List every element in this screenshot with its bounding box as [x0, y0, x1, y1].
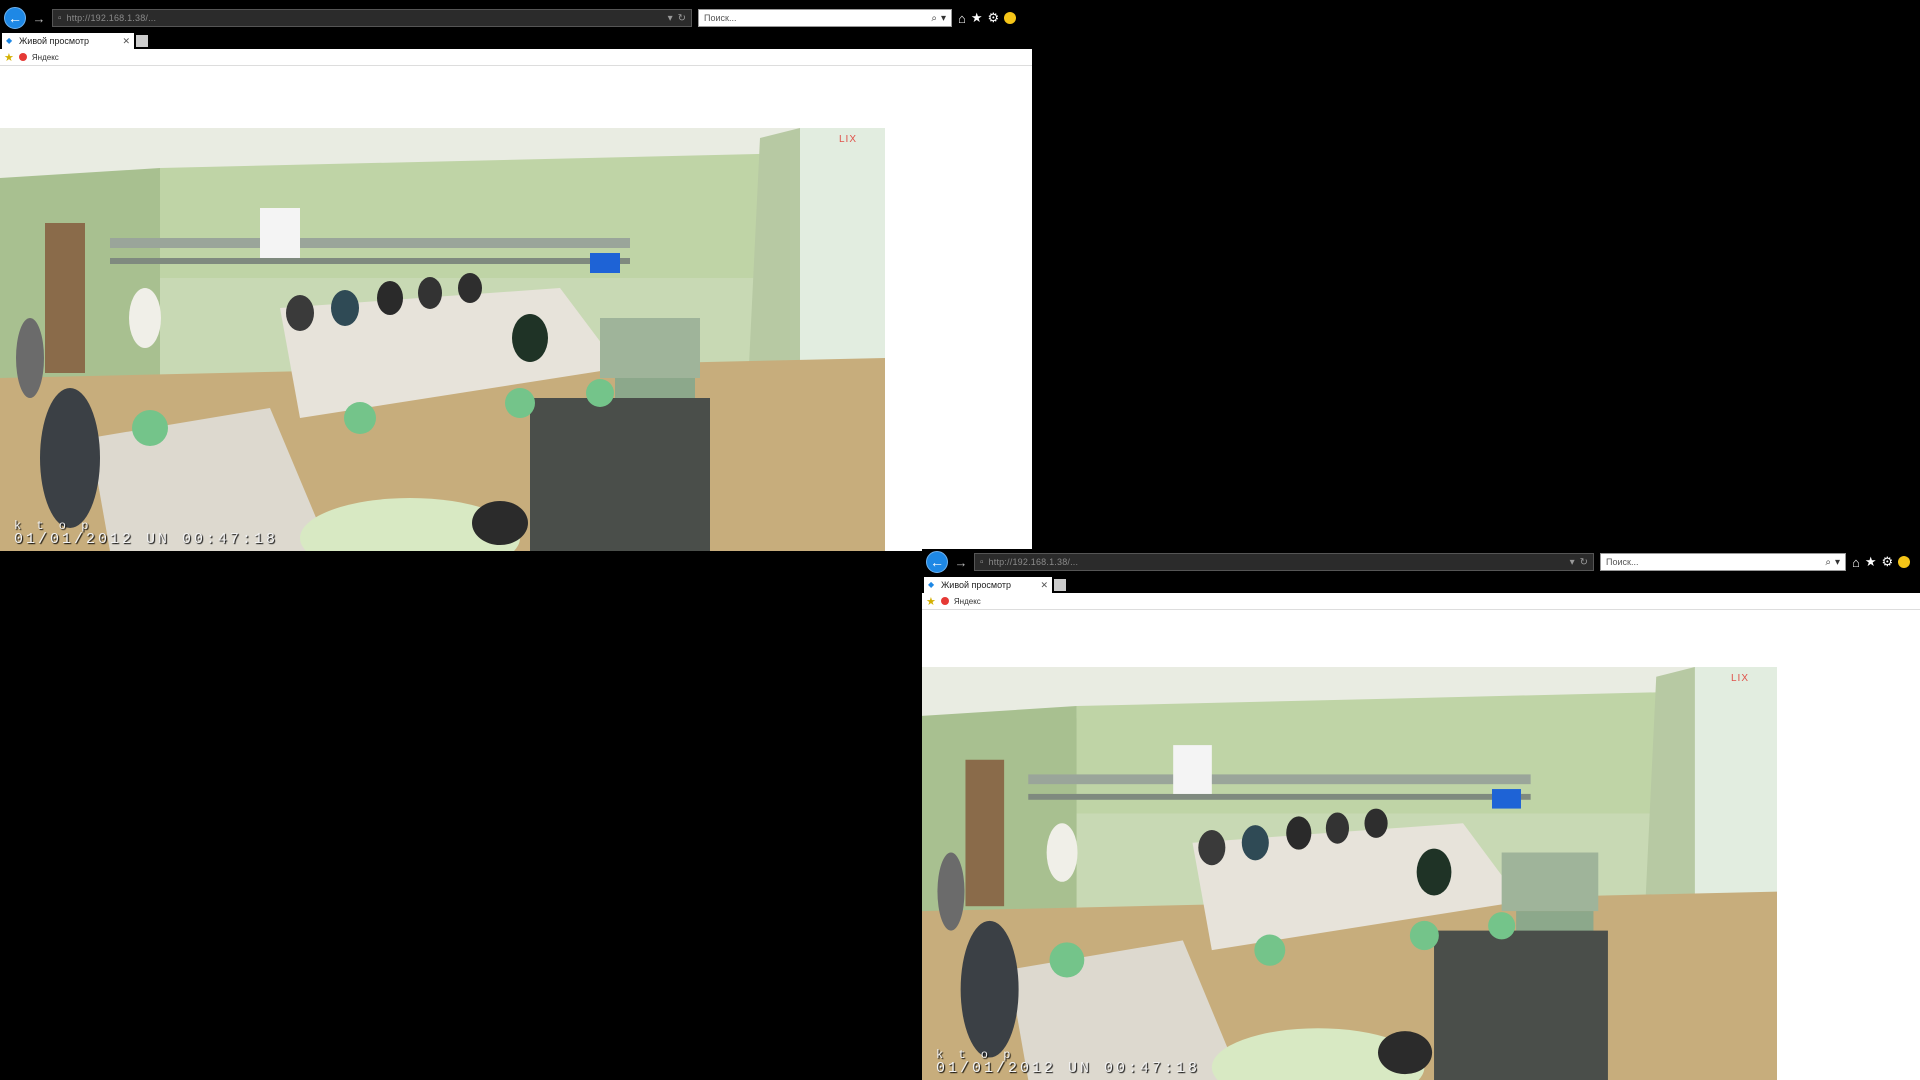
close-tab-icon[interactable]: ✕: [1040, 580, 1048, 591]
home-icon[interactable]: ⌂: [1852, 555, 1860, 570]
address-bar[interactable]: ▫ http://192.168.1.38/... ▾ ↻: [52, 9, 692, 27]
gear-icon[interactable]: ⚙: [988, 10, 1000, 26]
search-box[interactable]: Поиск... ⌕ ▾: [1600, 553, 1846, 571]
address-url: http://192.168.1.38/...: [66, 13, 157, 23]
close-tab-icon[interactable]: ✕: [122, 36, 130, 47]
camera-osd: k t o p 01/01/2012 UN 00:47:18: [936, 1049, 1200, 1076]
camera-timestamp: 01/01/2012 UN 00:47:18: [936, 1060, 1201, 1077]
search-icon[interactable]: ⌕: [1825, 557, 1831, 568]
search-dropdown-icon[interactable]: ▾: [941, 13, 946, 24]
page-icon: ▫: [980, 556, 984, 568]
search-box[interactable]: Поиск... ⌕ ▾: [698, 9, 952, 27]
tab-live-view[interactable]: ◆ Живой просмотр ✕: [924, 577, 1052, 593]
camera-corner-label: LIX: [1730, 673, 1749, 684]
forward-arrow-icon: →: [954, 554, 968, 570]
browser-window-bottom: ← → ▫ http://192.168.1.38/... ▾ ↻ Поиск.…: [922, 549, 1920, 1080]
home-icon[interactable]: ⌂: [958, 11, 966, 26]
camera-live-view[interactable]: LIX k t o p 01/01/2012 UN 00:47:18: [922, 667, 1777, 1080]
smiley-icon[interactable]: [1004, 12, 1017, 24]
star-icon[interactable]: ★: [1865, 554, 1877, 570]
yandex-icon: [940, 597, 949, 605]
camera-osd: k t o p 01/01/2012 UN 00:47:18: [14, 520, 278, 547]
dropdown-icon[interactable]: ▾: [1570, 557, 1575, 568]
tab-title: Живой просмотр: [941, 580, 1012, 590]
browser-toolbar: ← → ▫ http://192.168.1.38/... ▾ ↻ Поиск.…: [0, 5, 1032, 31]
back-arrow-icon: ←: [8, 10, 22, 26]
favorites-star-icon[interactable]: ★: [4, 51, 14, 64]
star-icon[interactable]: ★: [971, 10, 983, 26]
new-tab-button[interactable]: [1054, 579, 1066, 591]
tab-title: Живой просмотр: [19, 36, 90, 46]
browser-window-top: ← → ▫ http://192.168.1.38/... ▾ ↻ Поиск.…: [0, 5, 1032, 551]
refresh-icon[interactable]: ↻: [678, 13, 686, 24]
screen: ← → ▫ http://192.168.1.38/... ▾ ↻ Поиск.…: [0, 0, 1920, 1080]
gear-icon[interactable]: ⚙: [1882, 554, 1894, 570]
search-dropdown-icon[interactable]: ▾: [1835, 557, 1840, 568]
new-tab-button[interactable]: [136, 35, 148, 47]
back-button[interactable]: ←: [926, 551, 948, 573]
address-url: http://192.168.1.38/...: [988, 557, 1079, 567]
smiley-icon[interactable]: [1898, 556, 1911, 568]
favorite-link-yandex[interactable]: Яндекс: [954, 597, 981, 606]
camera-scene: [922, 667, 1777, 1080]
camera-timestamp: 01/01/2012 UN 00:47:18: [14, 531, 279, 548]
forward-arrow-icon: →: [32, 10, 46, 26]
search-placeholder: Поиск...: [1606, 557, 1639, 567]
forward-button[interactable]: →: [32, 11, 46, 26]
back-button[interactable]: ←: [4, 7, 26, 29]
tab-favicon: ◆: [928, 580, 935, 589]
tab-bar: ◆ Живой просмотр ✕: [922, 575, 1920, 593]
tab-favicon: ◆: [6, 36, 13, 45]
camera-live-view[interactable]: LIX k t o p 01/01/2012 UN 00:47:18: [0, 128, 885, 551]
forward-button[interactable]: →: [954, 555, 968, 570]
camera-corner-label: LIX: [838, 134, 857, 145]
favorites-star-icon[interactable]: ★: [926, 595, 936, 608]
dropdown-icon[interactable]: ▾: [668, 13, 673, 24]
search-icon[interactable]: ⌕: [931, 13, 937, 24]
tab-live-view[interactable]: ◆ Живой просмотр ✕: [2, 33, 134, 49]
yandex-icon: [18, 53, 27, 61]
favorites-bar: ★ Яндекс: [922, 593, 1920, 610]
browser-toolbar: ← → ▫ http://192.168.1.38/... ▾ ↻ Поиск.…: [922, 549, 1920, 575]
search-placeholder: Поиск...: [704, 13, 737, 23]
favorites-bar: ★ Яндекс: [0, 49, 1032, 66]
refresh-icon[interactable]: ↻: [1580, 557, 1588, 568]
favorite-link-yandex[interactable]: Яндекс: [32, 53, 59, 62]
tab-bar: ◆ Живой просмотр ✕: [0, 31, 1032, 49]
back-arrow-icon: ←: [930, 554, 944, 570]
page-icon: ▫: [58, 12, 62, 24]
address-bar[interactable]: ▫ http://192.168.1.38/... ▾ ↻: [974, 553, 1594, 571]
camera-scene: [0, 128, 885, 551]
